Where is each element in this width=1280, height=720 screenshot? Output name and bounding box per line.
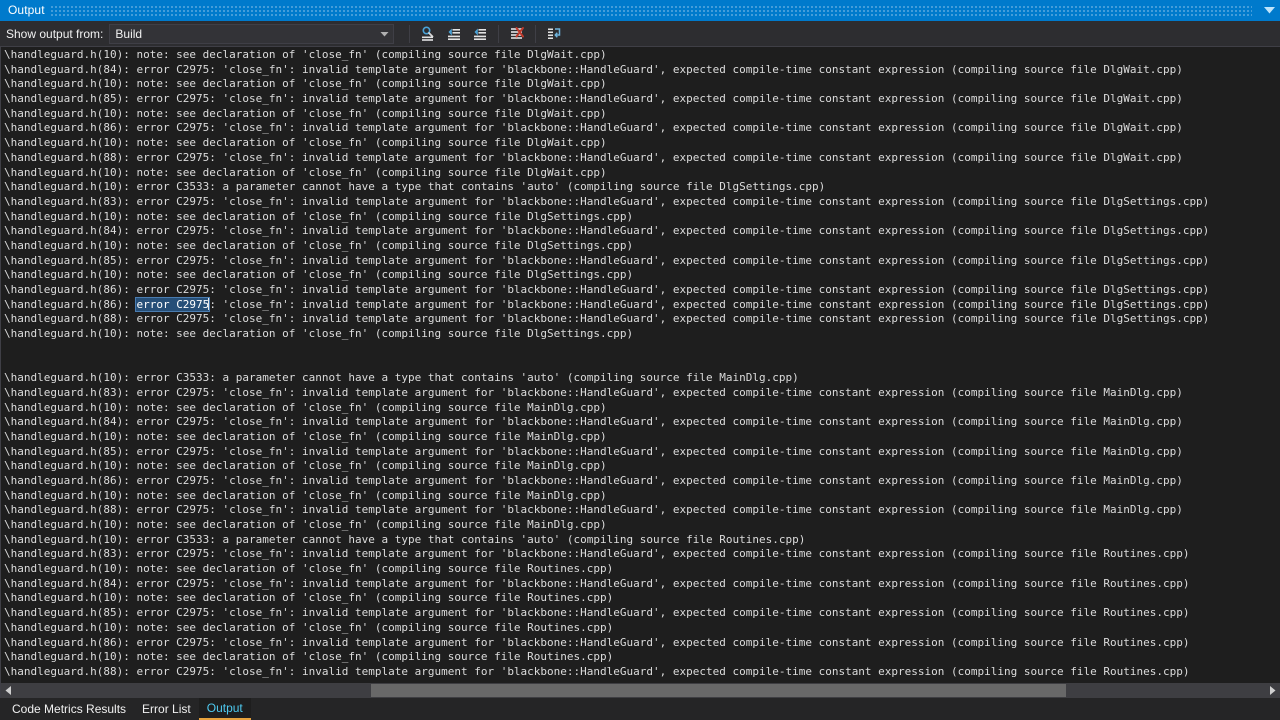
- output-line[interactable]: \handleguard.h(86): error C2975: 'close_…: [4, 296, 1210, 313]
- output-line[interactable]: \handleguard.h(83): error C2975: 'close_…: [4, 547, 1209, 562]
- output-line[interactable]: \handleguard.h(10): error C3533: a param…: [4, 371, 1209, 386]
- chevron-down-icon[interactable]: [376, 25, 393, 43]
- toggle-word-wrap-button[interactable]: [541, 23, 567, 45]
- output-line[interactable]: \handleguard.h(10): note: see declaratio…: [4, 562, 1209, 577]
- output-line[interactable]: \handleguard.h(84): error C2975: 'close_…: [4, 224, 1209, 239]
- output-line[interactable]: \handleguard.h(10): note: see declaratio…: [4, 489, 1209, 504]
- output-line[interactable]: \handleguard.h(84): error C2975: 'close_…: [4, 63, 1209, 78]
- output-line[interactable]: \handleguard.h(10): error C3533: a param…: [4, 533, 1209, 548]
- output-line-prefix: \handleguard.h(86):: [4, 297, 137, 311]
- output-line[interactable]: \handleguard.h(10): error C3533: a param…: [4, 180, 1209, 195]
- output-line[interactable]: \handleguard.h(85): error C2975: 'close_…: [4, 445, 1209, 460]
- output-line[interactable]: \handleguard.h(86): error C2975: 'close_…: [4, 121, 1209, 136]
- output-window: Output Show output from: Build \handlegu…: [0, 0, 1280, 720]
- output-line[interactable]: \handleguard.h(10): note: see declaratio…: [4, 621, 1209, 636]
- output-text-pane[interactable]: \handleguard.h(10): note: see declaratio…: [0, 47, 1280, 683]
- tab-label: Error List: [142, 702, 191, 716]
- output-line[interactable]: \handleguard.h(10): note: see declaratio…: [4, 650, 1209, 665]
- window-titlebar: Output: [0, 0, 1280, 21]
- tab-label: Code Metrics Results: [12, 702, 127, 716]
- output-line[interactable]: \handleguard.h(10): note: see declaratio…: [4, 518, 1209, 533]
- output-line[interactable]: \handleguard.h(88): error C2975: 'close_…: [4, 151, 1209, 166]
- output-line[interactable]: \handleguard.h(10): note: see declaratio…: [4, 239, 1209, 254]
- arrow-left-icon[interactable]: [1, 683, 16, 698]
- output-line[interactable]: \handleguard.h(83): error C2975: 'close_…: [4, 195, 1209, 210]
- horizontal-scrollbar-track[interactable]: [16, 683, 1265, 698]
- output-line[interactable]: \handleguard.h(85): error C2975: 'close_…: [4, 606, 1209, 621]
- previous-message-button[interactable]: [441, 23, 467, 45]
- output-line[interactable]: \handleguard.h(10): note: see declaratio…: [4, 401, 1209, 416]
- window-title: Output: [8, 3, 45, 17]
- output-line[interactable]: \handleguard.h(10): note: see declaratio…: [4, 268, 1209, 283]
- output-line[interactable]: [4, 342, 1209, 357]
- show-output-from-label: Show output from:: [6, 26, 104, 41]
- output-line[interactable]: \handleguard.h(10): note: see declaratio…: [4, 166, 1209, 181]
- output-line[interactable]: \handleguard.h(10): note: see declaratio…: [4, 77, 1209, 92]
- horizontal-scrollbar[interactable]: [0, 683, 1280, 698]
- bottom-tab-bar: Code Metrics Results Error List Output: [0, 698, 1280, 720]
- clear-all-button[interactable]: [504, 23, 530, 45]
- output-line[interactable]: \handleguard.h(86): error C2975: 'close_…: [4, 474, 1209, 489]
- output-line[interactable]: \handleguard.h(10): note: see declaratio…: [4, 430, 1209, 445]
- output-line[interactable]: \handleguard.h(10): note: see declaratio…: [4, 48, 1209, 63]
- toolbar-divider: [498, 24, 500, 43]
- output-line[interactable]: \handleguard.h(10): note: see declaratio…: [4, 210, 1209, 225]
- output-line[interactable]: \handleguard.h(88): error C2975: 'close_…: [4, 312, 1209, 327]
- toolbar-divider: [535, 24, 537, 43]
- output-line[interactable]: \handleguard.h(88): error C2975: 'close_…: [4, 665, 1209, 680]
- output-line[interactable]: \handleguard.h(84): error C2975: 'close_…: [4, 577, 1209, 592]
- find-message-in-code-button[interactable]: [415, 23, 441, 45]
- output-line-suffix: : 'close_fn': invalid template argument …: [209, 297, 1210, 311]
- output-source-select[interactable]: Build: [109, 23, 395, 44]
- next-message-button[interactable]: [467, 23, 493, 45]
- tab-label: Output: [206, 701, 243, 715]
- output-line[interactable]: \handleguard.h(85): error C2975: 'close_…: [4, 92, 1209, 107]
- tab-output[interactable]: Output: [198, 698, 251, 720]
- output-line[interactable]: \handleguard.h(84): error C2975: 'close_…: [4, 415, 1209, 430]
- tab-error-list[interactable]: Error List: [134, 698, 199, 720]
- output-line[interactable]: \handleguard.h(10): note: see declaratio…: [4, 136, 1209, 151]
- tab-code-metrics-results[interactable]: Code Metrics Results: [4, 698, 134, 720]
- output-line[interactable]: \handleguard.h(10): note: see declaratio…: [4, 591, 1209, 606]
- titlebar-drag-grip[interactable]: [50, 4, 1252, 17]
- output-line[interactable]: \handleguard.h(88): error C2975: 'close_…: [4, 503, 1209, 518]
- output-line[interactable]: \handleguard.h(83): error C2975: 'close_…: [4, 386, 1209, 401]
- arrow-right-icon[interactable]: [1265, 683, 1280, 698]
- output-line[interactable]: \handleguard.h(10): note: see declaratio…: [4, 327, 1209, 342]
- horizontal-scrollbar-thumb[interactable]: [371, 684, 1066, 697]
- output-line[interactable]: \handleguard.h(86): error C2975: 'close_…: [4, 283, 1209, 298]
- output-source-value: Build: [115, 26, 143, 41]
- output-line[interactable]: \handleguard.h(10): note: see declaratio…: [4, 107, 1209, 122]
- selected-text[interactable]: error C2975: [135, 296, 211, 312]
- output-log-text[interactable]: \handleguard.h(10): note: see declaratio…: [4, 48, 1209, 680]
- output-toolbar: Show output from: Build: [0, 21, 1280, 47]
- output-line[interactable]: \handleguard.h(85): error C2975: 'close_…: [4, 254, 1209, 269]
- output-line[interactable]: \handleguard.h(86): error C2975: 'close_…: [4, 636, 1209, 651]
- output-line[interactable]: [4, 356, 1209, 371]
- output-line[interactable]: \handleguard.h(10): note: see declaratio…: [4, 459, 1209, 474]
- toolbar-divider: [409, 24, 411, 43]
- chevron-down-icon[interactable]: [1258, 0, 1280, 21]
